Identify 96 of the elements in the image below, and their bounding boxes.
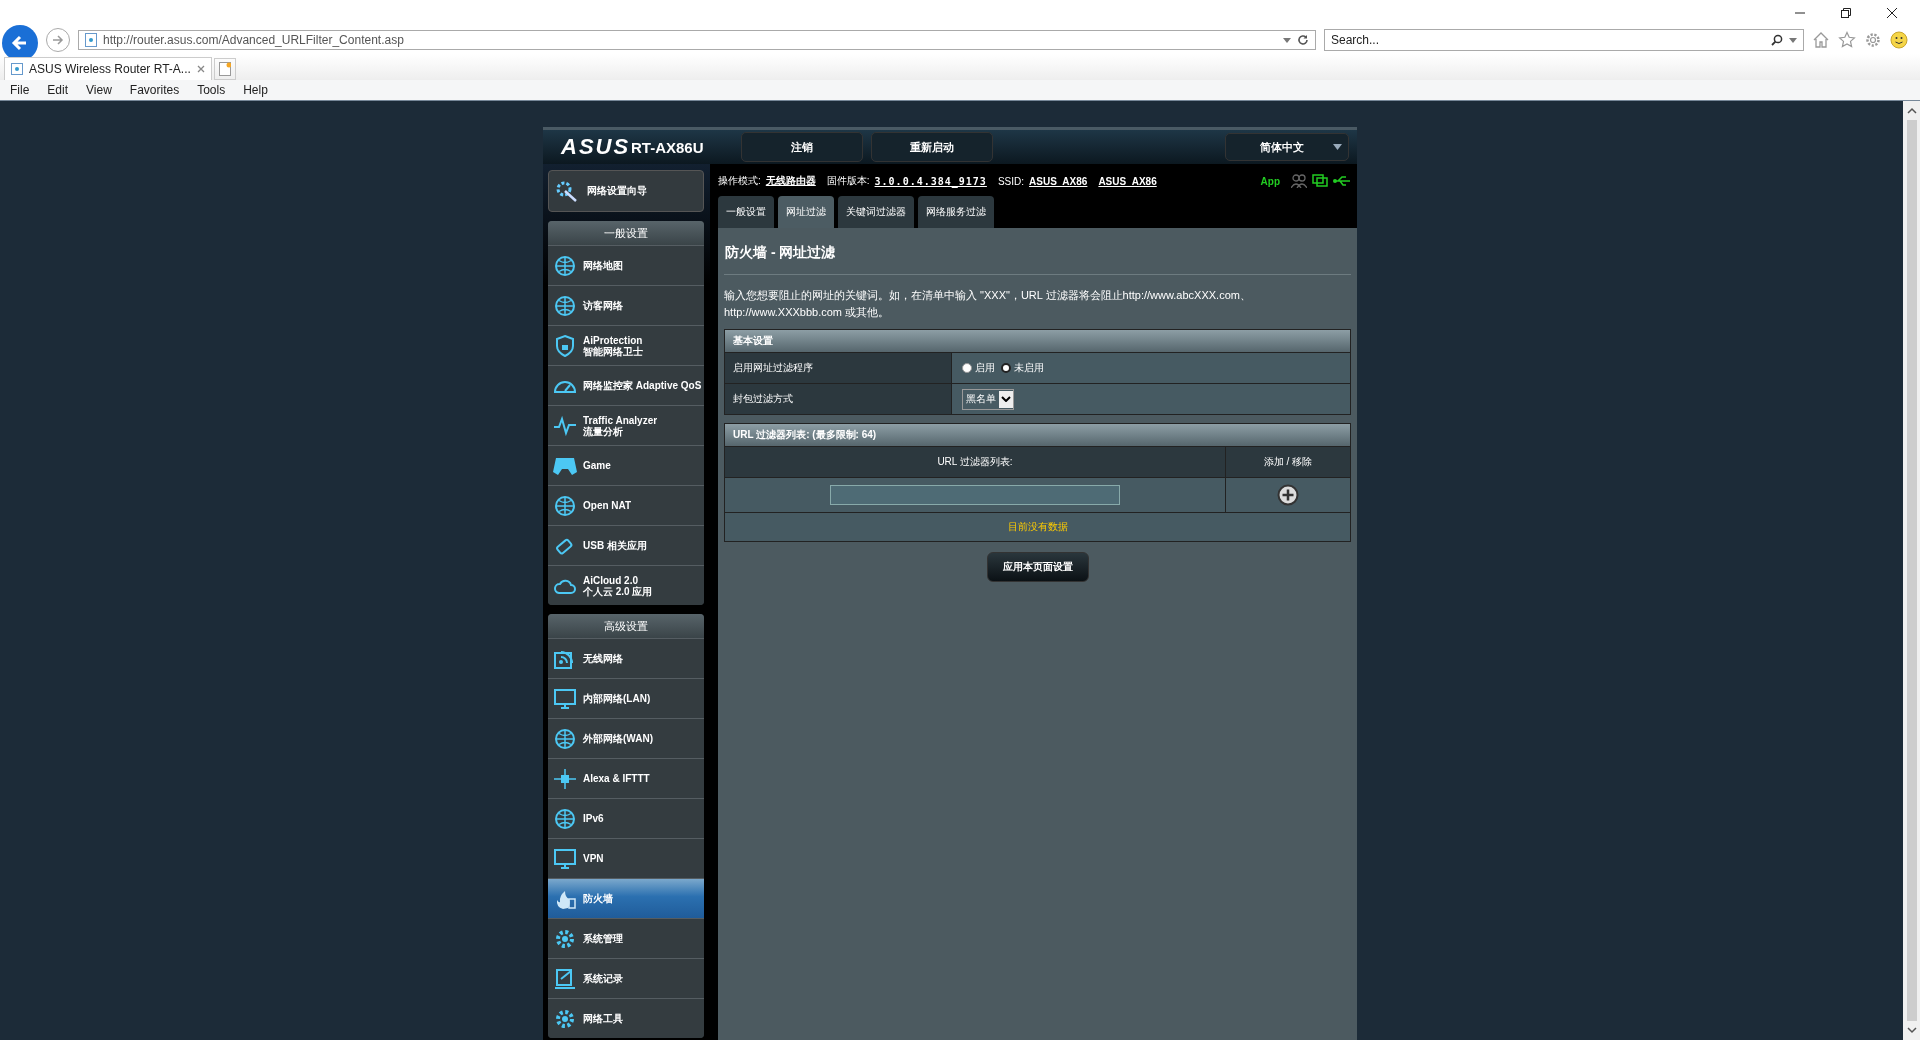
sidebar-item[interactable]: Game (548, 445, 704, 485)
ssid-link[interactable]: ASUS_AX86 (1029, 175, 1088, 187)
sidebar-item[interactable]: 网络地图 (548, 245, 704, 285)
page-title: 防火墙 - 网址过滤 (724, 244, 837, 262)
field-label: 封包过滤方式 (725, 384, 952, 414)
column-header: 添加 / 移除 (1226, 447, 1350, 477)
header-button[interactable]: 注销 (741, 132, 863, 162)
sidebar-item[interactable]: 内部网络(LAN) (548, 678, 704, 718)
globe-icon (553, 293, 577, 318)
gear-wand-icon (555, 179, 579, 203)
language-select[interactable]: 简体中文 (1225, 133, 1349, 161)
url-input-field[interactable] (830, 485, 1120, 505)
menu-item[interactable]: Help (243, 83, 268, 97)
sidebar-item[interactable]: Open NAT (548, 485, 704, 525)
settings-icon[interactable] (1864, 31, 1882, 49)
menu-item[interactable]: Tools (197, 83, 226, 97)
users-icon[interactable] (1291, 174, 1307, 188)
globe-icon (553, 493, 577, 518)
tab[interactable]: 网址过滤 (778, 196, 834, 228)
search-icon[interactable] (1771, 34, 1783, 46)
apply-button[interactable]: 应用本页面设置 (986, 552, 1089, 582)
dropdown-arrow-icon[interactable] (1789, 37, 1797, 43)
field-label: 启用网址过滤程序 (725, 353, 952, 383)
radio-option[interactable]: 启用 (962, 361, 995, 375)
sidebar-item[interactable]: 网络监控家 Adaptive QoS (548, 365, 704, 405)
shield-icon (553, 333, 577, 358)
scroll-down-icon[interactable] (1906, 1027, 1917, 1034)
sidebar-item[interactable]: 系统记录 (548, 958, 704, 998)
browser-tab[interactable]: ASUS Wireless Router RT-A... (4, 57, 212, 80)
monitor-icon[interactable] (1312, 174, 1328, 188)
star-icon[interactable] (1838, 31, 1856, 49)
radio-option[interactable]: 未启用 (1001, 361, 1044, 375)
logo: ASUS (561, 134, 631, 160)
dropdown-arrow-icon[interactable] (1283, 37, 1291, 43)
section-title: 高级设置 (548, 614, 704, 638)
tab[interactable]: 关键词过滤器 (838, 196, 914, 228)
refresh-icon[interactable] (1297, 34, 1309, 46)
ssid-link[interactable]: ASUS_AX86 (1098, 175, 1157, 187)
add-icon[interactable] (1277, 484, 1299, 506)
firmware-link[interactable]: 3.0.0.4.384_9173 (874, 175, 987, 187)
menu-item[interactable]: View (86, 83, 112, 97)
description-text: 输入您想要阻止的网址的关键词。如，在清单中输入 "XXX"，URL 过滤器将会阻止http://www.abcXXX.com、http://www.XXXbbb.com 或其他。 (724, 288, 1252, 320)
sidebar-item[interactable]: 网络工具 (548, 998, 704, 1038)
mode-link[interactable]: 无线路由器 (765, 174, 816, 188)
monitor-icon (553, 686, 577, 711)
dropdown-arrow-icon[interactable] (1333, 144, 1342, 150)
menu-item[interactable]: Edit (47, 83, 69, 97)
document-icon (553, 966, 577, 991)
address-bar[interactable]: http://router.asus.com/Advanced_URLFilter_Content.asp (78, 30, 1316, 50)
restore-icon[interactable] (1840, 7, 1852, 19)
header-button[interactable]: 重新启动 (871, 132, 993, 162)
status-label: SSID: (997, 175, 1024, 187)
arrow-right-icon (51, 33, 65, 47)
table-header: 基本设置 (725, 330, 1350, 352)
status-label: 固件版本: (826, 174, 870, 188)
globe-icon (553, 806, 577, 831)
sidebar-item[interactable]: AiCloud 2.0 个人云 2.0 应用 (548, 565, 704, 605)
sidebar-item[interactable]: 外部网络(WAN) (548, 718, 704, 758)
sidebar-item[interactable]: VPN (548, 838, 704, 878)
globe-icon (553, 726, 577, 751)
smiley-icon[interactable] (1890, 31, 1908, 49)
setup-wizard-button[interactable]: 网络设置向导 (548, 170, 704, 212)
filter-mode-select[interactable]: 黑名单 (962, 388, 1014, 410)
app-link[interactable]: App (1260, 175, 1280, 187)
hub-icon (553, 766, 577, 791)
tab[interactable]: 网络服务过滤 (918, 196, 994, 228)
status-label: 操作模式: (718, 174, 761, 188)
sidebar-item[interactable]: IPv6 (548, 798, 704, 838)
globe-icon (553, 253, 577, 278)
chevron-down-icon (1001, 396, 1011, 402)
home-icon[interactable] (1812, 31, 1830, 49)
sidebar-item[interactable]: 无线网络 (548, 638, 704, 678)
menu-item[interactable]: File (10, 83, 30, 97)
menu-item[interactable]: Favorites (129, 83, 180, 97)
column-header: URL 过滤器列表: (725, 447, 1226, 477)
new-tab-button[interactable] (213, 58, 236, 80)
scroll-up-icon[interactable] (1906, 107, 1917, 114)
table-header: URL 过滤器列表: (最多限制: 64) (725, 424, 1350, 446)
page-icon (85, 33, 97, 47)
empty-message: 目前没有数据 (725, 512, 1350, 541)
sidebar-item[interactable]: USB 相关应用 (548, 525, 704, 565)
page-icon (11, 63, 23, 75)
sidebar-item[interactable]: Traffic Analyzer 流量分析 (548, 405, 704, 445)
sidebar-item[interactable]: 防火墙 (548, 878, 704, 918)
sidebar-item[interactable]: AiProtection 智能网络卫士 (548, 325, 704, 365)
scrollbar[interactable] (1903, 101, 1920, 1040)
new-page-icon (218, 62, 231, 76)
section-title: 一般设置 (548, 221, 704, 245)
tab[interactable]: 一般设置 (718, 196, 774, 228)
close-icon[interactable] (1886, 7, 1898, 19)
monitor-icon (553, 846, 577, 871)
sidebar-item[interactable]: 访客网络 (548, 285, 704, 325)
sidebar-item[interactable]: 系统管理 (548, 918, 704, 958)
search-box[interactable]: Search... (1324, 29, 1804, 51)
model-name: RT-AX86U (631, 138, 705, 156)
sidebar-item[interactable]: Alexa & IFTTT (548, 758, 704, 798)
